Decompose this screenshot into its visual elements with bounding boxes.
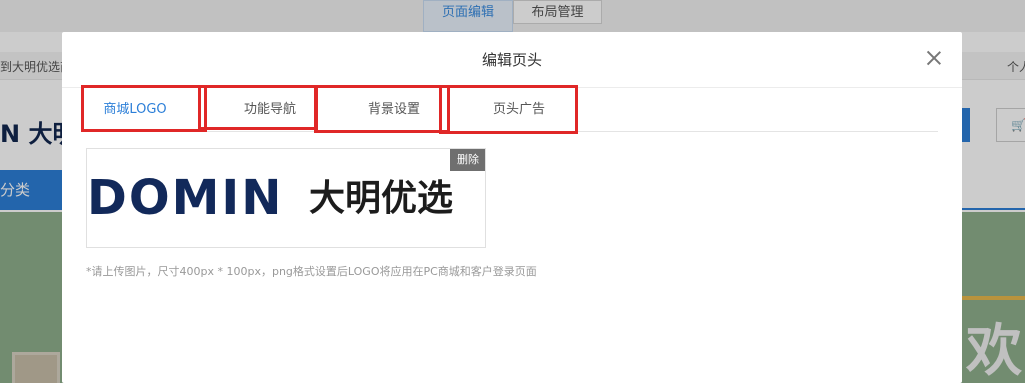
tab-header-ad[interactable]: 页头广告 [464, 88, 574, 132]
upload-hint: *请上传图片，尺寸400px * 100px，png格式设置后LOGO将应用在P… [86, 265, 537, 278]
tab-mall-logo[interactable]: 商城LOGO [86, 88, 184, 132]
logo-image: DOMIN 大明优选 [87, 169, 485, 229]
modal-header: 编辑页头 [62, 32, 962, 88]
modal-tabs: 商城LOGO 功能导航 背景设置 页头广告 [81, 85, 938, 134]
tab-function-nav[interactable]: 功能导航 [222, 88, 318, 132]
modal-title: 编辑页头 [481, 51, 542, 69]
logo-preview: DOMIN 大明优选 删除 [86, 148, 486, 248]
edit-header-modal: 编辑页头 商城LOGO 功能导航 背景设置 页头广告 DOMIN 大明优选 删除… [62, 32, 962, 383]
delete-logo-button[interactable]: 删除 [450, 149, 485, 171]
close-icon[interactable] [926, 50, 942, 66]
tab-background-settings[interactable]: 背景设置 [340, 88, 448, 132]
logo-brand-en: DOMIN [87, 170, 284, 226]
logo-brand-cn: 大明优选 [309, 178, 454, 219]
